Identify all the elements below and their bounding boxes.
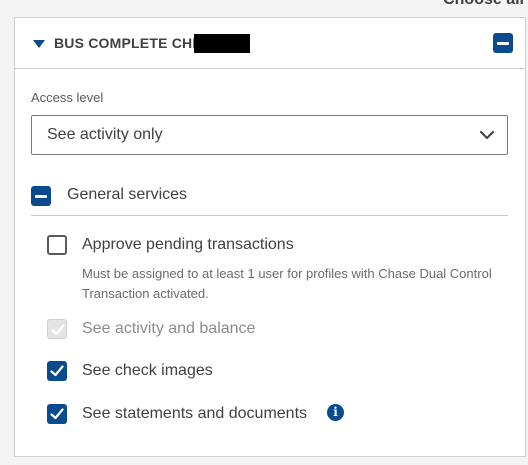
see-statements-and-documents-label[interactable]: See statements and documents: [82, 405, 307, 423]
see-statements-and-documents-checkbox[interactable]: [47, 404, 67, 424]
see-activity-and-balance-label: See activity and balance: [82, 320, 256, 337]
caret-down-icon[interactable]: [33, 40, 45, 48]
minus-square-icon: [35, 194, 47, 198]
group-divider: [31, 215, 508, 216]
checkmark-icon: [51, 324, 65, 336]
choose-all-heading: Choose all: [443, 0, 524, 9]
access-level-select[interactable]: See activity only: [31, 115, 508, 155]
see-check-images-checkbox[interactable]: [47, 361, 67, 381]
access-level-value: See activity only: [47, 126, 163, 143]
general-services-toggle[interactable]: [31, 186, 51, 206]
approve-pending-transactions-label[interactable]: Approve pending transactions: [82, 236, 294, 254]
redacted-account-number: [194, 34, 250, 53]
account-name: BUS COMPLETE CHK: [54, 35, 203, 51]
see-activity-and-balance-checkbox: [47, 319, 67, 339]
info-circle-icon[interactable]: i: [327, 404, 344, 421]
account-permissions-card: BUS COMPLETE CHK Access level See activi…: [14, 17, 526, 457]
checkmark-icon: [50, 365, 64, 377]
approve-pending-transactions-help: Must be assigned to at least 1 user for …: [82, 266, 492, 301]
collapse-account-button[interactable]: [493, 33, 513, 53]
minus-square-icon: [497, 41, 509, 45]
checkmark-icon: [50, 408, 64, 420]
chevron-down-icon: [480, 131, 494, 139]
see-check-images-label[interactable]: See check images: [82, 362, 213, 380]
general-services-label: General services: [67, 186, 188, 203]
access-level-label: Access level: [31, 90, 104, 105]
approve-pending-transactions-checkbox[interactable]: [47, 235, 67, 255]
account-header[interactable]: BUS COMPLETE CHK: [15, 18, 525, 69]
